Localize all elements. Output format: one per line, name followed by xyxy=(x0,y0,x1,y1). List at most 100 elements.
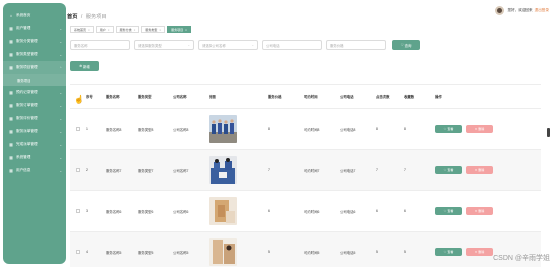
cover-image[interactable] xyxy=(209,196,237,225)
chevron-down-icon: ⌄ xyxy=(59,26,62,31)
column-header-time: 可约时间 xyxy=(304,95,318,99)
mouse-cursor-icon: ☝ xyxy=(74,95,84,104)
sidebar-item-label: 系统管理 xyxy=(16,155,31,159)
tag-service-type[interactable]: 服务类型 × xyxy=(141,26,166,33)
input-placeholder: 公司电话 xyxy=(266,43,280,48)
tag-service-category[interactable]: 服务分类 × xyxy=(115,26,140,33)
row-checkbox[interactable] xyxy=(76,167,80,172)
tag-label: 服务项目 xyxy=(171,27,184,32)
sidebar-item-reviews[interactable]: ▦ 服务评价管理 ⌄ xyxy=(3,112,66,125)
sidebar-item-orders[interactable]: ▦ 服务订单管理 ⌄ xyxy=(3,99,66,112)
cell-price: 8 xyxy=(268,127,270,131)
sidebar-item-user-info[interactable]: ▦ 用户信息 ⌄ xyxy=(3,164,66,177)
table-header: 序号 服务名称 服务类型 公司名称 封面 服务价格 可约时间 公司电话 点击次数… xyxy=(70,85,541,109)
sidebar-item-dispatch[interactable]: ▦ 服务派单管理 ⌄ xyxy=(3,125,66,138)
sidebar-item-home[interactable]: ⌂ 系统首页 xyxy=(3,9,66,22)
cell-type: 服务类型7 xyxy=(138,168,154,173)
grid-icon: ▦ xyxy=(9,168,13,173)
cell-favorites: 8 xyxy=(404,127,406,131)
filter-bar: 服务名称 请选择服务类型 ⌄ 请选择公司名称 ⌄ 公司电话 服务价格 ♡ 查询 xyxy=(70,40,420,50)
avatar[interactable] xyxy=(495,6,505,15)
cover-image[interactable] xyxy=(209,114,237,143)
service-price-input[interactable]: 服务价格 xyxy=(326,40,386,50)
company-phone-input[interactable]: 公司电话 xyxy=(262,40,322,50)
input-placeholder: 服务名称 xyxy=(74,43,88,48)
button-label: 删除 xyxy=(478,168,485,172)
logout-link[interactable]: 退出登录 xyxy=(535,8,549,13)
sidebar-item-system[interactable]: ▦ 系统管理 ⌄ xyxy=(3,151,66,164)
view-button[interactable]: ♡ 查看 xyxy=(435,166,462,174)
button-label: 查看 xyxy=(447,127,454,131)
close-icon[interactable]: × xyxy=(108,28,110,32)
close-icon[interactable]: × xyxy=(159,28,161,32)
close-icon[interactable]: × xyxy=(88,28,90,32)
view-button[interactable]: ♡ 查看 xyxy=(435,207,462,215)
cell-phone: 公司电话5 xyxy=(340,250,356,255)
sidebar-item-service-type[interactable]: ▦ 服务类型管理 ⌄ xyxy=(3,48,66,61)
delete-button[interactable]: ✕ 删除 xyxy=(466,207,493,215)
tag-label: 用户 xyxy=(99,27,106,32)
button-label: 查看 xyxy=(447,168,454,172)
row-checkbox[interactable] xyxy=(76,249,80,254)
column-header-name: 服务名称 xyxy=(106,95,120,99)
sidebar-item-service-project[interactable]: ▦ 服务项目管理 ⌃ xyxy=(3,61,66,74)
company-name-select[interactable]: 请选择公司名称 ⌄ xyxy=(198,40,258,50)
grid-icon: ▦ xyxy=(9,142,13,147)
table-row: 2 服务名称7 服务类型7 公司名称7 7 可约时间7 公司电话7 7 7 ♡ 查… xyxy=(70,150,541,191)
view-button[interactable]: ♡ 查看 xyxy=(435,125,462,133)
sidebar-item-appointments[interactable]: ▦ 预约记录管理 ⌄ xyxy=(3,86,66,99)
column-header-type: 服务类型 xyxy=(138,95,152,99)
add-button[interactable]: ⊕ 新增 xyxy=(70,61,99,71)
delete-button[interactable]: ✕ 删除 xyxy=(466,248,493,256)
button-label: 新增 xyxy=(83,64,90,69)
delete-button[interactable]: ✕ 删除 xyxy=(466,125,493,133)
cover-image[interactable] xyxy=(209,237,237,266)
trash-icon: ✕ xyxy=(474,168,478,172)
tag-users[interactable]: 用户 × xyxy=(95,26,114,33)
grid-icon: ▦ xyxy=(9,39,13,44)
tag-service-project[interactable]: 服务项目 × xyxy=(167,26,191,33)
tag-home[interactable]: 系统首页 × xyxy=(70,26,94,33)
scrollbar[interactable] xyxy=(547,128,550,137)
sidebar-subitem-service-project[interactable]: 服务项目 xyxy=(3,74,66,86)
view-button[interactable]: ♡ 查看 xyxy=(435,248,462,256)
sidebar-item-completed-dispatch[interactable]: ▦ 完成派单管理 ⌄ xyxy=(3,138,66,151)
service-name-input[interactable]: 服务名称 xyxy=(70,40,130,50)
search-button[interactable]: ♡ 查询 xyxy=(392,40,420,50)
cell-index: 4 xyxy=(86,250,88,254)
cell-clicks: 8 xyxy=(376,127,378,131)
row-checkbox[interactable] xyxy=(76,126,80,131)
trash-icon: ✕ xyxy=(474,209,478,213)
cell-time: 可约时间5 xyxy=(304,250,320,255)
tag-bar: 系统首页 × 用户 × 服务分类 × 服务类型 × 服务项目 × xyxy=(70,26,191,33)
sidebar-item-label: 服务派单管理 xyxy=(16,129,38,133)
delete-button[interactable]: ✕ 删除 xyxy=(466,166,493,174)
column-header-company: 公司名称 xyxy=(173,95,187,99)
column-header-price: 服务价格 xyxy=(268,95,282,99)
cell-time: 可约时间8 xyxy=(304,127,320,132)
button-label: 查看 xyxy=(447,250,454,254)
chevron-down-icon: ⌄ xyxy=(59,39,62,44)
cell-favorites: 7 xyxy=(404,168,406,172)
cell-index: 1 xyxy=(86,127,88,131)
row-checkbox[interactable] xyxy=(76,208,80,213)
close-icon[interactable]: × xyxy=(134,28,136,32)
user-greeting: 您好，欢迎回来 xyxy=(507,8,533,12)
sidebar-item-service-category[interactable]: ▦ 服务分类管理 ⌄ xyxy=(3,35,66,48)
cell-phone: 公司电话8 xyxy=(340,127,356,132)
button-label: 删除 xyxy=(478,250,485,254)
column-header-favorites: 收藏数 xyxy=(404,95,415,99)
cell-name: 服务名称7 xyxy=(106,168,122,173)
chevron-down-icon: ⌄ xyxy=(59,52,62,57)
heart-icon: ♡ xyxy=(443,250,447,254)
cell-company: 公司名称6 xyxy=(173,209,189,214)
cell-price: 6 xyxy=(268,209,270,213)
sidebar-item-users[interactable]: ▦ 用户管理 ⌄ xyxy=(3,22,66,35)
grid-icon: ▦ xyxy=(9,52,13,57)
cell-clicks: 6 xyxy=(376,209,378,213)
service-type-select[interactable]: 请选择服务类型 ⌄ xyxy=(134,40,194,50)
chevron-down-icon: ⌄ xyxy=(187,43,190,47)
breadcrumb-home[interactable]: 首页 xyxy=(67,14,77,20)
close-icon[interactable]: × xyxy=(185,28,187,32)
cover-image[interactable] xyxy=(209,155,237,184)
